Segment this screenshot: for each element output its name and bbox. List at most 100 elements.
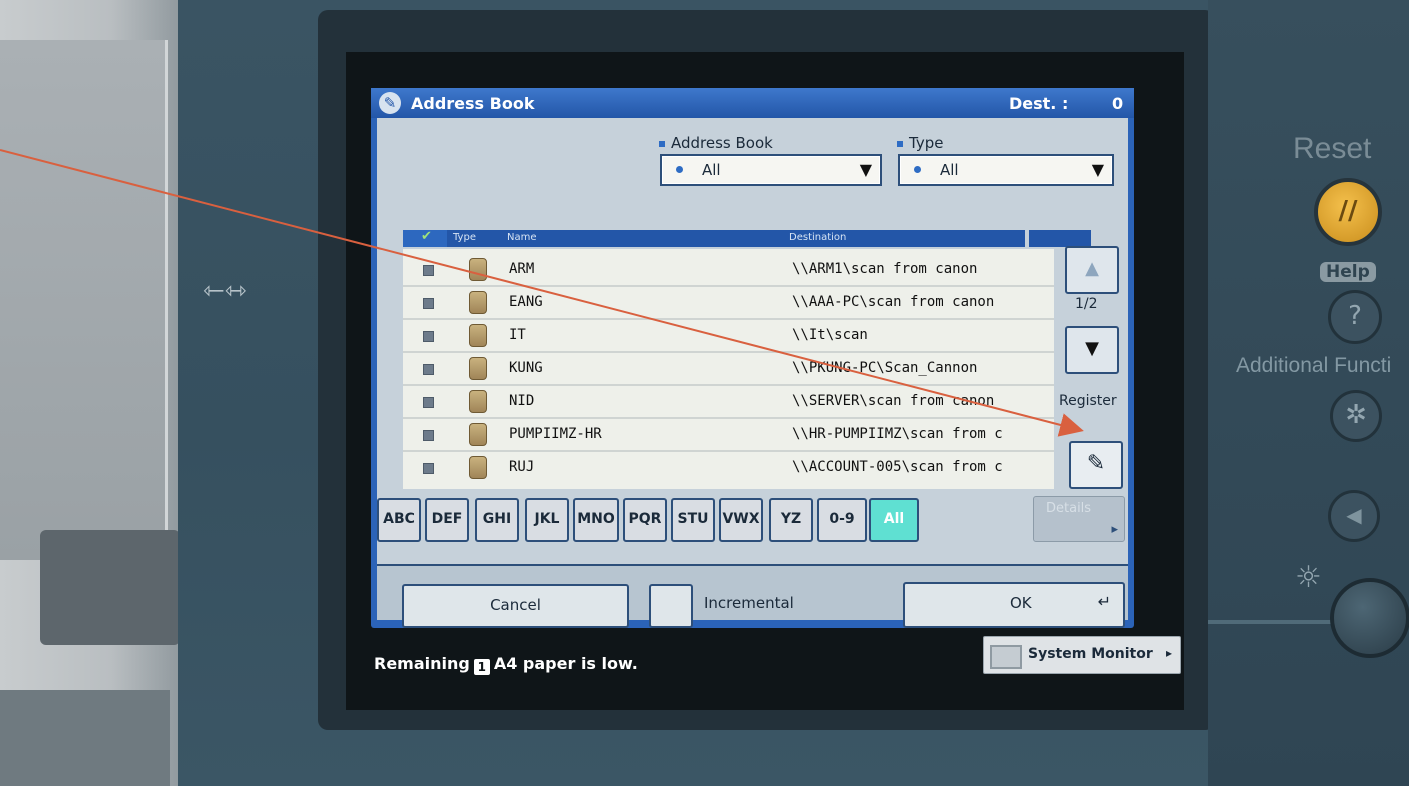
arrow-right-icon: ▸ xyxy=(1165,646,1172,660)
dest-count-label: Dest. : xyxy=(1009,94,1069,113)
printer-base xyxy=(0,690,170,786)
entry-name: NID xyxy=(509,393,535,409)
tab-def[interactable]: DEF xyxy=(425,498,469,542)
list-item[interactable]: EANG \\AAA-PC\scan from canon xyxy=(403,286,1054,320)
list-item[interactable]: PUMPIIMZ-HR \\HR-PUMPIIMZ\scan from c xyxy=(403,418,1054,452)
bullet-icon xyxy=(659,140,665,147)
tab-vwx[interactable]: VWX xyxy=(719,498,763,542)
entry-name: PUMPIIMZ-HR xyxy=(509,426,602,442)
radio-dot-icon xyxy=(914,166,921,173)
check-icon: ✔ xyxy=(421,229,432,244)
help-key-label: Help xyxy=(1320,262,1376,282)
address-book-select-value: All xyxy=(702,161,721,179)
folder-icon xyxy=(469,423,487,446)
system-monitor-label: System Monitor xyxy=(1028,646,1153,662)
monitor-icon xyxy=(990,645,1022,669)
select-all-header[interactable]: ✔ xyxy=(403,229,447,247)
tab-abc[interactable]: ABC xyxy=(377,498,421,542)
tab-stu[interactable]: STU xyxy=(671,498,715,542)
entry-checkbox[interactable] xyxy=(423,364,434,375)
list-item[interactable]: IT \\It\scan xyxy=(403,319,1054,353)
entry-name: IT xyxy=(509,327,526,343)
entry-checkbox[interactable] xyxy=(423,463,434,474)
system-monitor-button[interactable]: System Monitor ▸ xyxy=(983,636,1181,674)
incremental-label: Incremental xyxy=(704,594,794,612)
entry-destination: \\AAA-PC\scan from canon xyxy=(792,294,995,310)
folder-icon xyxy=(469,324,487,347)
dialog-footer: Cancel Incremental OK ↵ xyxy=(377,564,1128,628)
paper-drawer-badge: 1 xyxy=(473,659,490,675)
register-label: Register xyxy=(1059,393,1117,409)
type-filter-label: Type xyxy=(897,134,943,152)
ok-button[interactable]: OK ↵ xyxy=(903,582,1125,628)
reset-key[interactable]: // xyxy=(1314,178,1382,246)
dialog-content: Address Book All ▼ Type All ▼ ✔ Type Nam… xyxy=(377,118,1128,628)
column-name: Name xyxy=(507,232,537,243)
volume-key[interactable]: ◀ xyxy=(1328,490,1380,542)
incremental-checkbox[interactable] xyxy=(649,584,693,628)
folder-icon xyxy=(469,258,487,281)
help-key[interactable]: ? xyxy=(1328,290,1382,344)
triangle-down-icon: ▼ xyxy=(1085,338,1099,359)
tab-0-9[interactable]: 0-9 xyxy=(817,498,867,542)
folder-icon xyxy=(469,390,487,413)
tab-mno[interactable]: MNO xyxy=(573,498,619,542)
entry-checkbox[interactable] xyxy=(423,265,434,276)
address-book-select[interactable]: All ▼ xyxy=(660,154,882,186)
status-message: Remaining 1 A4 paper is low. xyxy=(374,654,638,675)
entry-checkbox[interactable] xyxy=(423,397,434,408)
address-book-icon: ✎ xyxy=(379,92,401,114)
entry-destination: \\It\scan xyxy=(792,327,868,343)
register-button[interactable]: ✎ xyxy=(1069,441,1123,489)
entry-checkbox[interactable] xyxy=(423,430,434,441)
list-item[interactable]: NID \\SERVER\scan from canon xyxy=(403,385,1054,419)
chevron-down-icon: ▼ xyxy=(1091,160,1104,179)
entry-destination: \\ARM1\scan from canon xyxy=(792,261,978,277)
dest-count-value: 0 xyxy=(1112,94,1124,113)
status-suffix: A4 paper is low. xyxy=(493,654,638,673)
entry-checkbox[interactable] xyxy=(423,298,434,309)
entry-name: ARM xyxy=(509,261,535,277)
entry-destination: \\ACCOUNT-005\scan from c xyxy=(792,459,1003,475)
entry-name: RUJ xyxy=(509,459,535,475)
reset-icon: // xyxy=(1338,196,1358,226)
title-bar: ✎ Address Book Dest. : 0 xyxy=(371,88,1134,118)
folder-icon xyxy=(469,456,487,479)
hardware-key-strip xyxy=(1208,0,1409,786)
question-icon: ? xyxy=(1348,301,1362,331)
cancel-button[interactable]: Cancel xyxy=(402,584,629,628)
tab-all[interactable]: All xyxy=(869,498,919,542)
page-indicator: 1/2 xyxy=(1075,296,1098,312)
tab-ghi[interactable]: GHI xyxy=(475,498,519,542)
asterisk-icon: ✲ xyxy=(1345,400,1367,430)
folder-icon xyxy=(469,357,487,380)
entry-name: EANG xyxy=(509,294,543,310)
additional-functions-key[interactable]: ✲ xyxy=(1330,390,1382,442)
column-destination: Destination xyxy=(789,232,847,243)
list-item[interactable]: RUJ \\ACCOUNT-005\scan from c xyxy=(403,451,1054,483)
list-item[interactable]: ARM \\ARM1\scan from canon xyxy=(403,253,1054,287)
dialog-title: Address Book xyxy=(411,94,535,113)
tab-pqr[interactable]: PQR xyxy=(623,498,667,542)
tab-jkl[interactable]: JKL xyxy=(525,498,569,542)
entry-checkbox[interactable] xyxy=(423,331,434,342)
type-select-value: All xyxy=(940,161,959,179)
list-item[interactable]: KUNG \\PKUNG-PC\Scan_Cannon xyxy=(403,352,1054,386)
type-select[interactable]: All ▼ xyxy=(898,154,1114,186)
tab-yz[interactable]: YZ xyxy=(769,498,813,542)
address-list: ARM \\ARM1\scan from canon EANG \\AAA-PC… xyxy=(403,249,1054,489)
brightness-dial[interactable] xyxy=(1330,578,1409,658)
reset-key-label: Reset xyxy=(1293,132,1372,165)
folder-icon xyxy=(469,291,487,314)
printer-tray xyxy=(40,530,180,645)
entry-destination: \\HR-PUMPIIMZ\scan from c xyxy=(792,426,1003,442)
entry-destination: \\SERVER\scan from canon xyxy=(792,393,995,409)
details-label: Details xyxy=(1046,501,1092,516)
details-button[interactable]: Details ▸ xyxy=(1033,496,1125,542)
ok-label: OK xyxy=(1010,594,1032,612)
usb-icon: ⇽⇿ xyxy=(203,276,247,306)
entry-destination: \\PKUNG-PC\Scan_Cannon xyxy=(792,360,978,376)
scroll-up-button[interactable]: ▲ xyxy=(1065,246,1119,294)
entry-name: KUNG xyxy=(509,360,543,376)
scroll-down-button[interactable]: ▼ xyxy=(1065,326,1119,374)
